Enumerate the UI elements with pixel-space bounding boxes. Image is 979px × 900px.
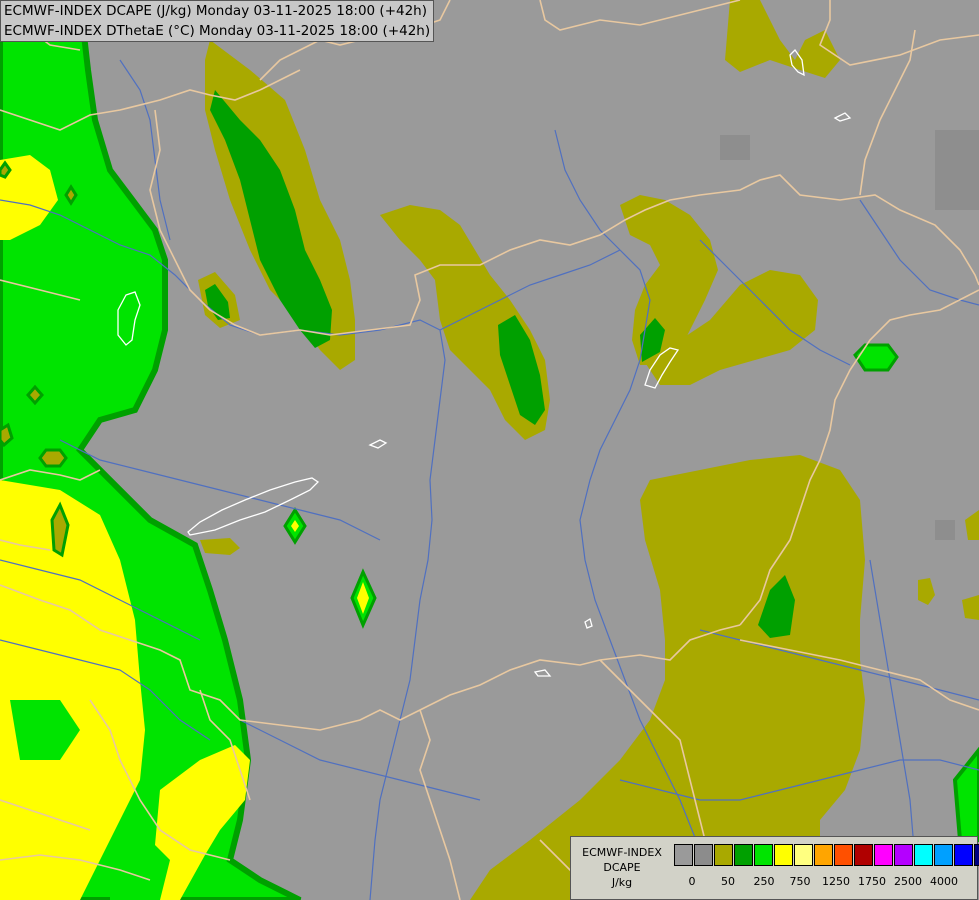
legend-swatch-2	[714, 844, 733, 866]
legend-swatch-8	[834, 844, 853, 866]
color-legend: ECMWF-INDEX DCAPE J/kg 0 50 250 750 1250 1750…	[570, 836, 979, 900]
legend-unit: J/kg	[611, 876, 633, 889]
legend-swatch-6	[794, 844, 813, 866]
legend-title-line2: DCAPE	[603, 861, 641, 874]
legend-tick-label: 250	[753, 875, 775, 888]
legend-swatch-15	[974, 844, 979, 866]
legend-swatch-12	[914, 844, 933, 866]
legend-swatch-13	[934, 844, 953, 866]
legend-tick-label: 2500	[894, 875, 922, 888]
legend-swatch-11	[894, 844, 913, 866]
legend-swatch-1	[694, 844, 713, 866]
legend-swatch-10	[874, 844, 893, 866]
title-line-dthetae: ECMWF-INDEX DThetaE (°C) Monday 03-11-20…	[4, 23, 431, 39]
legend-tick-label: 0	[688, 875, 696, 888]
dcape-map	[0, 0, 979, 900]
legend-swatches	[674, 844, 979, 866]
legend-tick-label: 750	[789, 875, 811, 888]
legend-swatch-5	[774, 844, 793, 866]
legend-swatch-14	[954, 844, 973, 866]
legend-swatch-9	[854, 844, 873, 866]
legend-swatch-7	[814, 844, 833, 866]
legend-title-line1: ECMWF-INDEX	[582, 846, 662, 859]
legend-tick-label: 50	[721, 875, 735, 888]
map-area	[0, 0, 979, 900]
legend-tick-label: 1750	[858, 875, 886, 888]
legend-title: ECMWF-INDEX DCAPE J/kg	[573, 845, 671, 890]
legend-tick-label: 4000	[930, 875, 958, 888]
map-title-box: ECMWF-INDEX DCAPE (J/kg) Monday 03-11-20…	[0, 0, 435, 42]
legend-tick-label: 1250	[822, 875, 850, 888]
legend-ticks: 0 50 250 750 1250 1750 2500 4000	[674, 875, 974, 889]
legend-swatch-3	[734, 844, 753, 866]
title-line-dcape: ECMWF-INDEX DCAPE (J/kg) Monday 03-11-20…	[4, 3, 428, 19]
east-spot	[853, 343, 899, 372]
legend-swatch-0	[674, 844, 693, 866]
legend-swatch-4	[754, 844, 773, 866]
